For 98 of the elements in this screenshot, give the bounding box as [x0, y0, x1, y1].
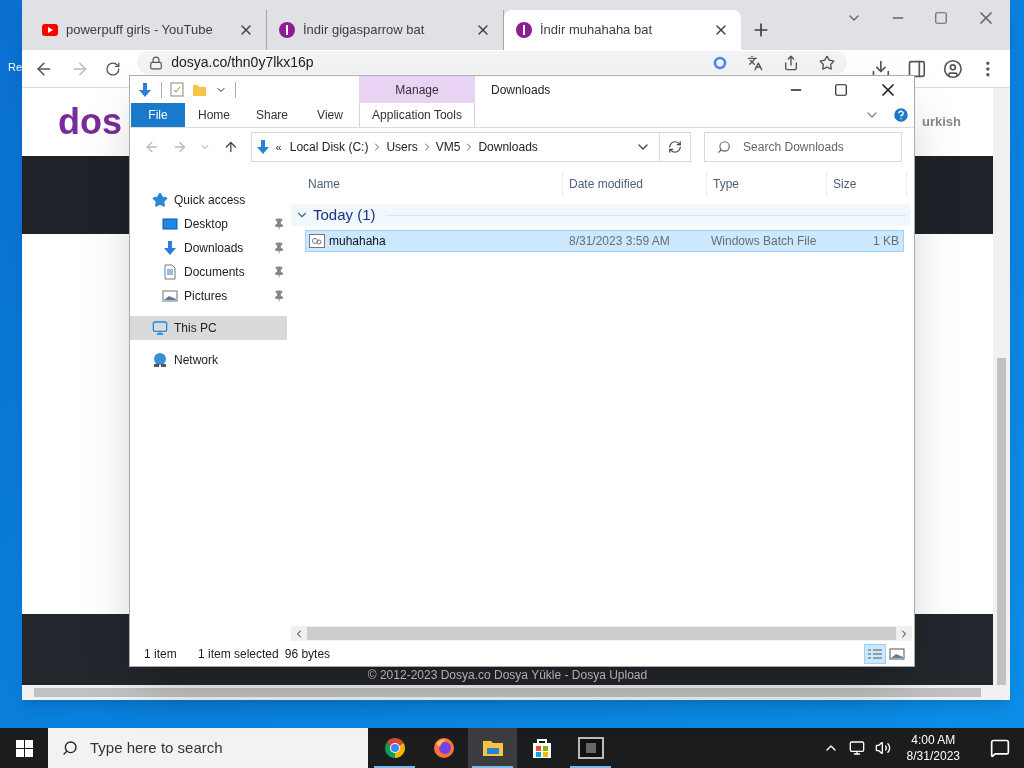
- computer-icon: [152, 320, 168, 336]
- desktop-icon: [162, 216, 178, 232]
- address-field[interactable]: « Local Disk (C:) Users VM5 Downloads: [250, 132, 692, 162]
- details-view-button[interactable]: [864, 643, 886, 664]
- context-tab-title: Manage: [395, 81, 439, 99]
- date-cell-text: 8/31/2023 3:59 AM: [568, 233, 671, 250]
- browser-tab[interactable]: İndir muhahaha bat: [504, 10, 741, 50]
- clock[interactable]: 4:00 AM 8/31/2023: [900, 732, 966, 764]
- share-icon[interactable]: [783, 54, 800, 71]
- site-logo-icon: [279, 22, 295, 38]
- clock-time: 4:00 AM: [911, 732, 956, 748]
- horizontal-scrollbar[interactable]: [22, 685, 993, 700]
- gears-file-icon: [309, 234, 325, 248]
- list-icon: [867, 647, 883, 660]
- file-row[interactable]: muhahaha 8/31/2023 3:59 AM Windows Batch File 1 KB: [305, 230, 904, 252]
- refresh-icon[interactable]: [668, 140, 683, 154]
- group-header[interactable]: Today (1): [291, 204, 910, 226]
- nav-label: Documents: [184, 264, 246, 281]
- group-title: Today (1): [313, 204, 376, 225]
- column-header[interactable]: Date modified: [563, 172, 707, 196]
- tab-title: İndir gigasparrow bat: [303, 21, 426, 40]
- nav-item[interactable]: Downloads: [130, 236, 291, 260]
- column-header[interactable]: Name: [291, 172, 563, 196]
- nav-label: This PC: [174, 320, 217, 337]
- column-header[interactable]: Type: [707, 172, 827, 196]
- nav-label: Downloads: [184, 240, 245, 257]
- chrome-logo-icon: [382, 736, 407, 760]
- nav-item[interactable]: Quick access: [130, 188, 287, 212]
- size-cell-text: 1 KB: [872, 233, 900, 250]
- reload-icon[interactable]: [105, 60, 122, 77]
- browser-tab[interactable]: powerpuff girls - YouTube: [30, 10, 267, 50]
- search-placeholder: Type here to search: [90, 737, 223, 758]
- breadcrumb-item[interactable]: Users: [386, 138, 418, 156]
- windows-logo-icon: [15, 739, 33, 757]
- nav-item[interactable]: Network: [130, 348, 287, 372]
- ribbon-tab[interactable]: File: [131, 103, 185, 127]
- notifications-icon[interactable]: [990, 738, 1010, 758]
- file-name: muhahaha: [329, 233, 386, 250]
- taskbar-app[interactable]: [468, 728, 517, 768]
- star-icon: [152, 192, 168, 208]
- nav-item[interactable]: This PC: [130, 316, 287, 340]
- picture-icon: [162, 288, 178, 304]
- vertical-scrollbar[interactable]: [993, 88, 1010, 700]
- breadcrumb-overflow[interactable]: «: [275, 138, 282, 156]
- ribbon-tab[interactable]: View: [301, 103, 359, 127]
- search-icon: [62, 740, 78, 756]
- nav-item[interactable]: Desktop: [130, 212, 291, 236]
- language-link[interactable]: urkish: [922, 112, 961, 132]
- site-logo-icon: [516, 22, 532, 38]
- nav-item[interactable]: Documents: [130, 260, 291, 284]
- ribbon-tab[interactable]: Home: [185, 103, 243, 127]
- bookmark-star-icon[interactable]: [819, 54, 836, 71]
- search-placeholder: Search Downloads: [743, 139, 844, 156]
- download-arrow-icon: [162, 240, 178, 256]
- maximize-icon[interactable]: [834, 82, 848, 97]
- nav-label: Pictures: [184, 288, 229, 305]
- horizontal-scrollbar[interactable]: [291, 626, 912, 641]
- site-logo: dos: [58, 100, 122, 144]
- ribbon-tab[interactable]: Share: [243, 103, 301, 127]
- footer-text: © 2012-2023 Dosya.co Dosya Yükle - Dosya Upload: [367, 667, 648, 684]
- selection-count: 1 item selected: [198, 645, 279, 663]
- desktop-icon-label: Re: [8, 60, 23, 75]
- nav-item[interactable]: Pictures: [130, 284, 291, 308]
- volume-icon[interactable]: [874, 740, 891, 756]
- checklist-icon[interactable]: [170, 82, 184, 97]
- search-field[interactable]: Search Downloads: [704, 132, 902, 162]
- item-count: 1 item: [144, 645, 178, 663]
- download-arrow-icon: [254, 139, 271, 155]
- breadcrumb-item[interactable]: Local Disk (C:): [289, 138, 369, 156]
- document-icon: [162, 264, 178, 280]
- thumbnail-icon: [889, 647, 905, 660]
- column-header[interactable]: Size: [827, 172, 907, 196]
- clock-date: 8/31/2023: [906, 748, 960, 764]
- address-bar[interactable]: dosya.co/thn0y7lkx16p: [137, 51, 848, 74]
- window-title: Downloads: [491, 81, 552, 99]
- search-icon: [717, 140, 732, 154]
- tab-title: powerpuff girls - YouTube: [66, 21, 214, 40]
- download-arrow-icon[interactable]: [137, 81, 153, 98]
- translate-icon[interactable]: [747, 54, 764, 71]
- help-icon[interactable]: [892, 106, 910, 124]
- terminal-icon: [577, 737, 604, 759]
- nav-label: Quick access: [174, 192, 246, 209]
- breadcrumb-item[interactable]: Downloads: [478, 138, 538, 156]
- nav-label: Network: [174, 352, 218, 369]
- fox-logo-icon: [431, 736, 456, 760]
- video-logo-icon: [42, 24, 58, 36]
- taskbar-search-field[interactable]: Type here to search: [48, 728, 368, 768]
- profile-icon[interactable]: [942, 58, 963, 79]
- network-icon[interactable]: [848, 740, 865, 756]
- lock-icon: [149, 55, 164, 70]
- ribbon-tab[interactable]: Application Tools: [359, 103, 475, 127]
- breadcrumb-item[interactable]: VM5: [435, 138, 461, 156]
- url-text: dosya.co/thn0y7lkx16p: [171, 53, 315, 72]
- network-icon: [152, 352, 168, 368]
- tab-title: İndir muhahaha bat: [540, 21, 654, 40]
- type-cell-text: Windows Batch File: [710, 233, 818, 250]
- selection-size: 96 bytes: [284, 645, 331, 663]
- nav-label: Desktop: [184, 216, 230, 233]
